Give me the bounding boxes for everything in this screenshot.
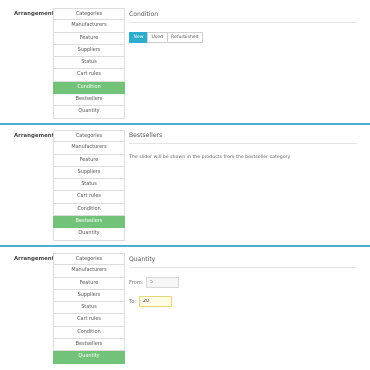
condition-used-button[interactable]: Used: [147, 32, 168, 43]
menu-item-suppliers[interactable]: Suppliers: [53, 289, 125, 303]
arrangement-label: Arrangement: [14, 11, 55, 17]
menu-item-status[interactable]: Status: [53, 302, 125, 315]
menu-item-status[interactable]: Status: [53, 179, 125, 192]
menu-item-condition[interactable]: Condition: [53, 203, 125, 217]
section-title: Quantity: [129, 256, 357, 268]
condition-button-group: New Used Refurbished: [129, 32, 203, 43]
menu-item-categories[interactable]: Categories: [53, 130, 125, 143]
quantity-panel: Arrangement Categories Manufacturers Fea…: [0, 247, 370, 370]
section-title: Condition: [129, 11, 357, 23]
arrangement-label: Arrangement: [14, 133, 55, 139]
quantity-from-row: From:: [129, 277, 179, 288]
menu-item-manufacturers[interactable]: Manufacturers: [53, 20, 125, 33]
menu-item-quantity[interactable]: Quantity: [53, 228, 125, 241]
menu-item-suppliers[interactable]: Suppliers: [53, 166, 125, 180]
bestsellers-panel: Arrangement Categories Manufacturers Fea…: [0, 125, 370, 245]
menu-item-manufacturers[interactable]: Manufacturers: [53, 142, 125, 155]
menu-item-manufacturers[interactable]: Manufacturers: [53, 265, 125, 278]
bestsellers-description: The slider will be shown in the products…: [129, 155, 291, 160]
quantity-to-row: To:: [129, 296, 172, 307]
quantity-to-input[interactable]: [139, 296, 172, 307]
quantity-from-input[interactable]: [146, 277, 179, 288]
menu-item-feature[interactable]: Feature: [53, 277, 125, 290]
menu-item-bestsellers[interactable]: Bestsellers: [53, 216, 125, 229]
menu-item-status[interactable]: Status: [53, 57, 125, 70]
menu-item-feature[interactable]: Feature: [53, 32, 125, 45]
menu-item-quantity[interactable]: Quantity: [53, 351, 125, 364]
menu-item-bestsellers[interactable]: Bestsellers: [53, 339, 125, 352]
condition-panel: Arrangement Categories Manufacturers Fea…: [0, 0, 370, 123]
menu-item-categories[interactable]: Categories: [53, 253, 125, 266]
arrangement-menu: Categories Manufacturers Feature Supplie…: [53, 253, 125, 364]
menu-item-feature[interactable]: Feature: [53, 154, 125, 167]
menu-item-bestsellers[interactable]: Bestsellers: [53, 94, 125, 107]
menu-item-cart-rules[interactable]: Cart rules: [53, 314, 125, 327]
section-title: Bestsellers: [129, 132, 357, 144]
menu-item-categories[interactable]: Categories: [53, 8, 125, 21]
arrangement-label: Arrangement: [14, 256, 55, 262]
quantity-from-label: From:: [129, 279, 144, 286]
quantity-to-label: To:: [129, 298, 137, 305]
menu-item-cart-rules[interactable]: Cart rules: [53, 191, 125, 204]
arrangement-menu: Categories Manufacturers Feature Supplie…: [53, 8, 125, 119]
arrangement-menu: Categories Manufacturers Feature Supplie…: [53, 130, 125, 241]
menu-item-cart-rules[interactable]: Cart rules: [53, 69, 125, 82]
menu-item-quantity[interactable]: Quantity: [53, 106, 125, 119]
condition-new-button[interactable]: New: [129, 32, 149, 43]
condition-refurbished-button[interactable]: Refurbished: [166, 32, 203, 43]
menu-item-suppliers[interactable]: Suppliers: [53, 44, 125, 58]
menu-item-condition[interactable]: Condition: [53, 326, 125, 340]
menu-item-condition[interactable]: Condition: [53, 81, 125, 95]
